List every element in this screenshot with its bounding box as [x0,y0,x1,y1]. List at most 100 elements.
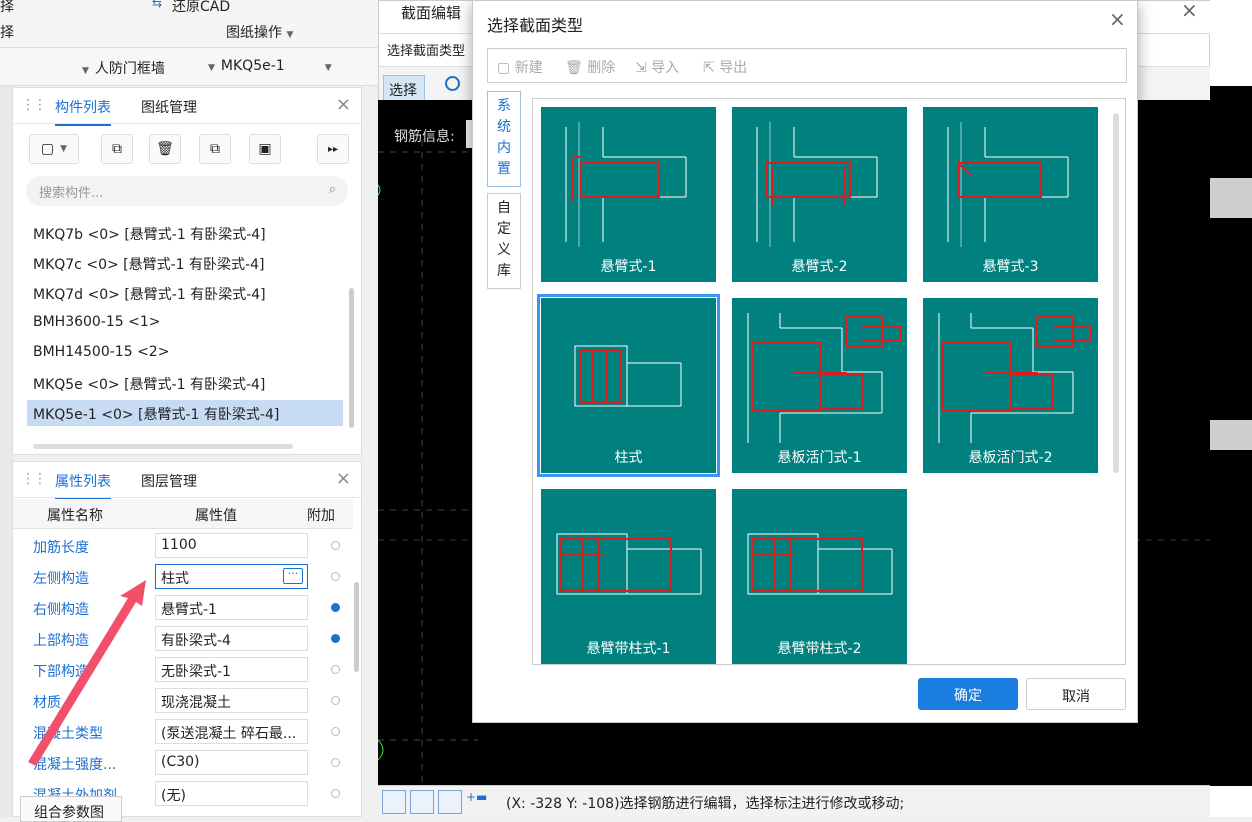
save-button[interactable]: ▣ [249,134,281,164]
close-icon[interactable]: × [1109,7,1126,31]
grid-scrollbar[interactable] [1113,113,1119,473]
property-name: 下部构造 [33,664,89,680]
background-shape [1210,0,1252,30]
select-button[interactable]: 选择 [383,75,425,101]
tab-property-list[interactable]: 属性列表 [55,471,111,500]
property-name: 右侧构造 [33,602,89,618]
radio-button[interactable] [445,76,460,91]
extra-indicator[interactable] [331,603,340,612]
extra-indicator[interactable] [331,758,340,767]
perpendicular-icon[interactable] [438,790,462,814]
tab-drawing-management[interactable]: 图纸管理 [141,97,197,117]
property-name: 混凝土强度... [33,757,117,773]
select-section-label: 选择截面类型 [387,44,466,59]
trash-icon: 🗑 [565,60,583,76]
new-component-button[interactable]: ▢ ▼ [29,134,79,164]
ok-button[interactable]: 确定 [918,678,1018,710]
layers-icon: ⧉ [210,141,220,157]
ellipsis-icon[interactable]: ··· [283,568,303,584]
section-tile[interactable]: 悬臂带柱式-1 [541,489,716,664]
property-name: 混凝土类型 [33,726,103,742]
chevron-down-icon: ▼ [208,63,215,73]
property-row: 上部构造 有卧梁式-4 [27,623,350,654]
property-row: 混凝土强度... (C30) [27,747,350,778]
search-icon: ⌕ [328,182,336,197]
close-icon[interactable]: × [1181,0,1198,22]
property-row: 混凝土类型 (泵送混凝土 碎石最... [27,716,350,747]
close-icon[interactable]: × [336,468,351,489]
list-item[interactable]: MKQ5e <0> [悬臂式-1 有卧梁式-4] [27,370,343,396]
ribbon-toolbar: 择 择 ⇆ 还原CAD 图纸操作 ▼ [0,0,378,48]
cancel-button[interactable]: 取消 [1026,678,1126,710]
copy-button[interactable]: ⧉ [101,134,133,164]
ortho-mode-icon[interactable] [382,790,406,814]
chevron-down-icon: ▼ [82,66,89,76]
tile-label: 柱式 [614,450,643,466]
restore-cad-button[interactable]: 还原CAD [172,0,230,16]
drag-handle-icon[interactable]: ⋮⋮ [21,97,47,113]
section-tile[interactable]: 悬臂式-3 [923,107,1098,282]
extra-indicator[interactable] [331,727,340,736]
dialog-title: 选择截面类型 [487,16,584,35]
property-value[interactable]: (无) [155,781,308,806]
copy-icon: ⧉ [112,141,122,157]
editor-title: 截面编辑 [401,4,462,22]
extra-indicator[interactable] [331,696,340,705]
extra-indicator[interactable] [331,665,340,674]
tab-layer-management[interactable]: 图层管理 [141,471,197,491]
list-item[interactable]: MKQ7b <0> [悬臂式-1 有卧梁式-4] [27,220,343,246]
extra-indicator[interactable] [331,789,340,798]
property-value[interactable]: 现浇混凝土 [155,688,308,713]
snap-icon[interactable]: +▬ [466,790,490,814]
tab-component-list[interactable]: 构件列表 [55,97,111,126]
section-tile[interactable]: 悬臂带柱式-2 [732,489,907,664]
section-tile[interactable]: 柱式 [537,294,720,477]
list-item[interactable]: BMH14500-15 <2> [27,340,343,366]
list-item[interactable]: BMH3600-15 <1> [27,310,343,336]
property-list-panel: ⋮⋮ 属性列表 图层管理 × 属性名称 属性值 附加 加筋长度 1100 左侧构造柱… [12,461,362,822]
tab-custom-library[interactable]: 自定义库 [487,193,521,289]
section-tile[interactable]: 悬板活门式-2 [923,298,1098,473]
floor-type-dropdown[interactable]: ▼ 人防门框墙 [82,58,165,78]
close-icon[interactable]: × [336,94,351,115]
list-item[interactable]: MKQ5e-1 <0> [悬臂式-1 有卧梁式-4] [27,400,343,426]
ribbon-label[interactable]: 择 [0,22,14,42]
drag-handle-icon[interactable]: ⋮⋮ [21,471,47,487]
property-value[interactable]: (C30) [155,750,308,775]
new-file-icon: ▢ [497,60,511,76]
list-item[interactable]: MKQ7c <0> [悬臂式-1 有卧梁式-4] [27,250,343,276]
property-table-header: 属性名称 属性值 附加 [13,499,353,529]
property-scrollbar[interactable] [354,582,359,672]
more-button[interactable]: ▸▸ [317,134,349,164]
section-tile[interactable]: 悬臂式-1 [541,107,716,282]
extra-indicator[interactable] [331,634,340,643]
delete-button[interactable]: 🗑 [149,134,181,164]
section-tile[interactable]: 悬板活门式-1 [732,298,907,473]
new-button[interactable]: ▢ 新建 [497,57,543,77]
property-value[interactable]: 无卧梁式-1 [155,657,308,682]
delete-button[interactable]: 🗑 删除 [565,57,615,77]
component-dropdown[interactable]: ▼ MKQ5e-1 ▼ [208,58,332,74]
chevron-down-icon: ▼ [324,63,332,73]
tile-label: 悬板活门式-1 [777,450,862,466]
export-button[interactable]: ⇱ 导出 [703,57,747,77]
list-item[interactable]: MKQ7d <0> [悬臂式-1 有卧梁式-4] [27,280,343,306]
panel-tabs: ⋮⋮ 构件列表 图纸管理 × [13,88,361,126]
ribbon-label[interactable]: 择 [0,0,14,16]
property-value[interactable]: 悬臂式-1 [155,595,308,620]
property-value[interactable]: 1100 [155,533,308,558]
property-value[interactable]: 有卧梁式-4 [155,626,308,651]
horizontal-scrollbar[interactable] [33,444,293,449]
search-input[interactable]: 搜索构件... ⌕ [26,176,348,206]
list-scrollbar[interactable] [349,288,354,428]
line-tool-icon[interactable] [410,790,434,814]
combo-params-button[interactable]: 组合参数图 [20,796,122,822]
drawing-ops-menu[interactable]: 图纸操作 ▼ [226,22,293,42]
duplicate-button[interactable]: ⧉ [199,134,231,164]
section-tile[interactable]: 悬臂式-2 [732,107,907,282]
property-value[interactable]: (泵送混凝土 碎石最... [155,719,308,744]
extra-indicator[interactable] [331,541,340,550]
tab-system-builtin[interactable]: 系统内置 [487,91,521,187]
extra-indicator[interactable] [331,572,340,581]
import-button[interactable]: ⇲ 导入 [635,57,679,77]
